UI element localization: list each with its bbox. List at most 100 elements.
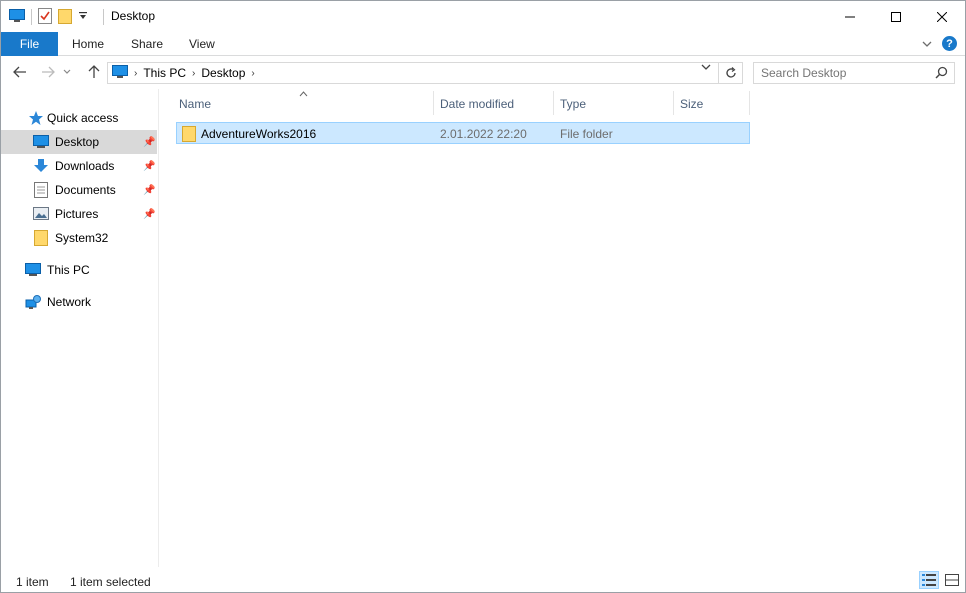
status-bar: 1 item 1 item selected [1,567,965,592]
computer-icon [112,64,128,82]
selection-count: 1 item selected [70,575,151,589]
up-button[interactable] [85,63,103,81]
window-title: Desktop [111,9,156,23]
item-count: 1 item [16,575,49,589]
sidebar-item-label: Pictures [55,207,99,221]
maximize-button[interactable] [873,1,919,32]
star-icon [28,110,44,126]
sidebar-item-label: Desktop [55,135,100,149]
sidebar-item-label: Downloads [55,159,115,173]
address-bar[interactable]: › This PC › Desktop › [107,62,719,84]
chevron-down-icon [701,64,711,70]
desktop-icon [33,134,49,150]
back-arrow-icon [13,66,26,78]
back-button[interactable] [11,63,29,81]
sidebar-item-label: Documents [55,183,116,197]
breadcrumb-chevron-icon[interactable]: › [251,68,254,79]
tab-file[interactable]: File [1,32,58,56]
column-divider[interactable] [749,91,750,115]
network-icon [25,294,41,310]
tab-share[interactable]: Share [131,37,163,51]
quick-access-toolbar [9,7,88,27]
computer-icon[interactable] [9,8,25,26]
sidebar-item-system32[interactable]: System32 [1,226,157,250]
title-bar: Desktop [1,1,965,32]
navigation-pane: Quick access Desktop 📌 Downloads 📌 Docum… [1,89,159,567]
sidebar-item-label: System32 [55,231,109,245]
chevron-down-icon [63,69,71,74]
properties-icon[interactable] [38,7,52,27]
sidebar-item-downloads[interactable]: Downloads 📌 [1,154,157,178]
close-icon [937,11,947,22]
sidebar-item-network[interactable]: Network [1,290,157,314]
column-header-size[interactable]: Size [680,97,703,111]
sidebar-item-quick-access[interactable]: Quick access [1,106,157,130]
folder-icon [33,230,49,246]
navigation-bar: › This PC › Desktop › [1,57,965,89]
column-divider[interactable] [433,91,434,115]
sidebar-item-desktop[interactable]: Desktop 📌 [1,130,157,154]
large-icons-view-icon [945,574,959,586]
tab-home[interactable]: Home [72,37,104,51]
sidebar-item-this-pc[interactable]: This PC [1,258,157,282]
sidebar-item-label: This PC [47,263,90,277]
document-icon [33,182,49,198]
breadcrumb-chevron-icon[interactable]: › [192,68,195,79]
close-button[interactable] [919,1,965,32]
help-button[interactable]: ? [942,36,957,51]
file-row[interactable]: AdventureWorks2016 2.01.2022 22:20 File … [176,122,750,144]
large-icons-view-button[interactable] [942,571,962,589]
sidebar-item-label: Quick access [47,111,119,125]
breadcrumb-chevron-icon[interactable]: › [134,68,137,79]
ribbon-controls: ? [922,36,957,51]
recent-locations-button[interactable] [61,63,73,81]
search-box[interactable] [753,62,955,84]
minimize-button[interactable] [827,1,873,32]
toolbar-divider [31,9,32,25]
column-header-type[interactable]: Type [560,97,586,111]
folder-icon [182,126,196,145]
help-icon: ? [946,37,953,50]
maximize-icon [891,11,901,22]
minimize-icon [845,16,855,17]
new-folder-icon[interactable] [58,8,72,27]
pictures-icon [33,206,49,222]
sort-ascending-icon [299,89,308,99]
column-divider[interactable] [553,91,554,115]
ribbon-tabs: File Home Share View ? [1,32,965,56]
computer-icon [25,262,41,278]
refresh-icon [725,67,736,78]
title-divider [103,9,104,25]
file-name[interactable]: AdventureWorks2016 [201,127,316,141]
pin-icon[interactable]: 📌 [143,209,155,220]
refresh-button[interactable] [719,62,743,84]
search-icon[interactable] [935,66,948,82]
pin-icon[interactable]: 📌 [143,161,155,172]
up-arrow-icon [88,65,100,78]
details-view-icon [922,574,936,586]
tab-view[interactable]: View [189,37,215,51]
column-header-date-modified[interactable]: Date modified [440,97,514,111]
column-divider[interactable] [673,91,674,115]
search-input[interactable] [754,63,932,83]
address-history-dropdown[interactable] [701,63,711,74]
breadcrumb-this-pc[interactable]: This PC [143,66,186,80]
file-date-modified: 2.01.2022 22:20 [440,127,527,141]
sidebar-item-label: Network [47,295,92,309]
sidebar-item-documents[interactable]: Documents 📌 [1,178,157,202]
pin-icon[interactable]: 📌 [143,185,155,196]
forward-button[interactable] [39,63,57,81]
explorer-window: Desktop File Home Share View ? › This PC… [0,0,966,593]
file-list-pane: Name Date modified Type Size AdventureWo… [161,89,965,567]
chevron-down-icon [922,41,932,47]
column-header-name[interactable]: Name [179,97,211,111]
forward-arrow-icon [42,66,55,78]
download-arrow-icon [33,158,49,174]
chevron-down-icon[interactable] [78,10,88,24]
details-view-button[interactable] [919,571,939,589]
expand-ribbon-button[interactable] [922,37,932,51]
pin-icon[interactable]: 📌 [143,137,155,148]
sidebar-item-pictures[interactable]: Pictures 📌 [1,202,157,226]
breadcrumb-desktop[interactable]: Desktop [201,66,245,80]
file-type: File folder [560,127,613,141]
